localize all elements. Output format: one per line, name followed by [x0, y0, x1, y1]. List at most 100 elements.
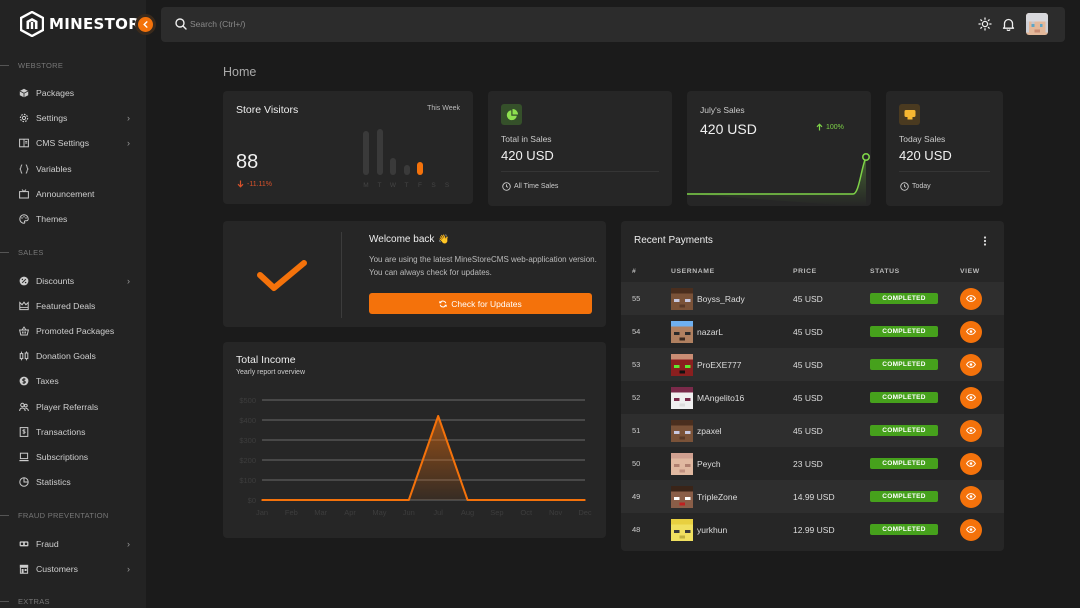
table-row[interactable]: 54 nazarL 45 USD COMPLETED — [621, 315, 1004, 348]
mask-icon — [19, 541, 29, 547]
table-row[interactable]: 52 MAngelito16 45 USD COMPLETED — [621, 381, 1004, 414]
view-payment-button[interactable] — [960, 452, 982, 475]
column-header-price[interactable]: PRICE — [793, 268, 817, 275]
eye-icon — [966, 328, 976, 335]
sidebar-item-label: Taxes — [36, 376, 59, 386]
sidebar-item-announcement[interactable]: Announcement — [19, 185, 134, 203]
welcome-title: Welcome back 👋 — [369, 234, 450, 245]
status-badge: COMPLETED — [870, 491, 938, 502]
table-row[interactable]: 50 Peych 23 USD COMPLETED — [621, 447, 1004, 480]
logo[interactable]: MINESTORE — [20, 11, 146, 37]
minestore-logo-icon — [20, 11, 44, 37]
stat-label: Total in Sales — [501, 134, 552, 144]
sidebar-item-settings[interactable]: Settings › — [19, 109, 134, 127]
sidebar-item-packages[interactable]: Packages — [19, 84, 134, 102]
status-badge: COMPLETED — [870, 458, 938, 469]
user-avatar[interactable] — [1026, 13, 1048, 35]
status-badge: COMPLETED — [870, 293, 938, 304]
sidebar-item-taxes[interactable]: Taxes — [19, 372, 134, 390]
card-title: Store Visitors — [236, 104, 299, 116]
search-input[interactable] — [190, 16, 590, 32]
view-payment-button[interactable] — [960, 353, 982, 376]
sidebar-item-donation-goals[interactable]: Donation Goals — [19, 347, 134, 365]
day-label: T — [377, 182, 382, 189]
table-row[interactable]: 53 ProEXE777 45 USD COMPLETED — [621, 348, 1004, 381]
view-payment-button[interactable] — [960, 287, 982, 310]
column-header-status[interactable]: STATUS — [870, 268, 900, 275]
payment-username[interactable]: zpaxel — [697, 426, 722, 436]
status-badge: COMPLETED — [870, 425, 938, 436]
eye-icon — [966, 394, 976, 401]
payment-username[interactable]: ProEXE777 — [697, 360, 741, 370]
sidebar-item-cms-settings[interactable]: CMS Settings › — [19, 134, 134, 152]
collapse-sidebar-button[interactable] — [138, 17, 153, 32]
more-options-icon[interactable] — [983, 236, 987, 246]
view-payment-button[interactable] — [960, 320, 982, 343]
bell-icon[interactable] — [1002, 17, 1015, 31]
change-value: 100% — [826, 123, 844, 131]
chevron-left-icon — [143, 21, 148, 28]
sidebar-item-label: Transactions — [36, 427, 86, 437]
sidebar-item-variables[interactable]: Variables — [19, 160, 134, 178]
sidebar-item-promoted-packages[interactable]: Promoted Packages — [19, 322, 134, 340]
section-label: FRAUD PREVENTATION — [18, 511, 109, 520]
chevron-right-icon: › — [127, 539, 130, 549]
footer-label: All Time Sales — [514, 183, 559, 190]
sidebar-item-statistics[interactable]: Statistics — [19, 473, 134, 491]
sidebar-item-discounts[interactable]: Discounts › — [19, 272, 134, 290]
view-payment-button[interactable] — [960, 419, 982, 442]
column-header-username[interactable]: USERNAME — [671, 268, 715, 275]
view-payment-button[interactable] — [960, 485, 982, 508]
view-payment-button[interactable] — [960, 518, 982, 541]
payment-username[interactable]: yurkhun — [697, 525, 727, 535]
table-row[interactable]: 49 TripleZone 14.99 USD COMPLETED — [621, 480, 1004, 513]
status-badge: COMPLETED — [870, 359, 938, 370]
sidebar-item-subscriptions[interactable]: Subscriptions — [19, 448, 134, 466]
payment-username[interactable]: Boyss_Rady — [697, 294, 745, 304]
clock-icon — [502, 182, 511, 191]
table-row[interactable]: 51 zpaxel 45 USD COMPLETED — [621, 414, 1004, 447]
table-row[interactable]: 48 yurkhun 12.99 USD COMPLETED — [621, 513, 1004, 546]
payment-username[interactable]: TripleZone — [697, 492, 737, 502]
payment-price: 45 USD — [793, 293, 823, 304]
box-icon — [19, 88, 29, 98]
payment-username[interactable]: MAngelito16 — [697, 393, 744, 403]
sidebar-item-player-referrals[interactable]: Player Referrals — [19, 398, 134, 416]
payment-price: 45 USD — [793, 392, 823, 403]
sidebar-item-fraud[interactable]: Fraud › — [19, 535, 134, 553]
section-label: WEBSTORE — [18, 61, 64, 70]
welcome-title-text: Welcome back — [369, 234, 435, 245]
braces-icon — [19, 164, 29, 174]
sidebar-item-label: Player Referrals — [36, 402, 99, 412]
sidebar: MINESTORE WEBSTORE Packages Settings › CMS S… — [0, 0, 146, 608]
status-badge: COMPLETED — [870, 326, 938, 337]
sidebar-item-customers[interactable]: Customers › — [19, 560, 134, 578]
sun-icon[interactable] — [978, 17, 992, 31]
day-label: T — [404, 182, 409, 189]
payment-price: 23 USD — [793, 458, 823, 469]
period-selector[interactable]: This Week — [427, 105, 460, 112]
divider — [341, 232, 342, 318]
table-row[interactable]: 55 Boyss_Rady 45 USD COMPLETED — [621, 282, 1004, 315]
chevron-right-icon: › — [127, 276, 130, 286]
x-tick-label: Nov — [549, 508, 563, 517]
x-tick-label: Dec — [578, 508, 592, 517]
sidebar-item-featured-deals[interactable]: Featured Deals — [19, 297, 134, 315]
income-data-point — [584, 499, 586, 501]
income-data-point — [496, 499, 498, 501]
candles-icon — [19, 351, 29, 361]
sidebar-item-themes[interactable]: Themes — [19, 210, 134, 228]
income-data-point — [466, 499, 469, 501]
search-icon — [175, 18, 187, 30]
view-payment-button[interactable] — [960, 386, 982, 409]
visitor-bar — [390, 157, 396, 175]
stat-footer: Today — [900, 182, 931, 191]
day-label: M — [363, 182, 369, 189]
payment-username[interactable]: Peych — [697, 459, 721, 469]
player-skin-avatar — [671, 453, 693, 475]
check-updates-button[interactable]: Check for Updates — [369, 293, 592, 314]
payment-username[interactable]: nazarL — [697, 327, 723, 337]
sidebar-item-label: Fraud — [36, 539, 59, 549]
sidebar-item-transactions[interactable]: Transactions — [19, 423, 134, 441]
income-data-point — [525, 499, 528, 501]
